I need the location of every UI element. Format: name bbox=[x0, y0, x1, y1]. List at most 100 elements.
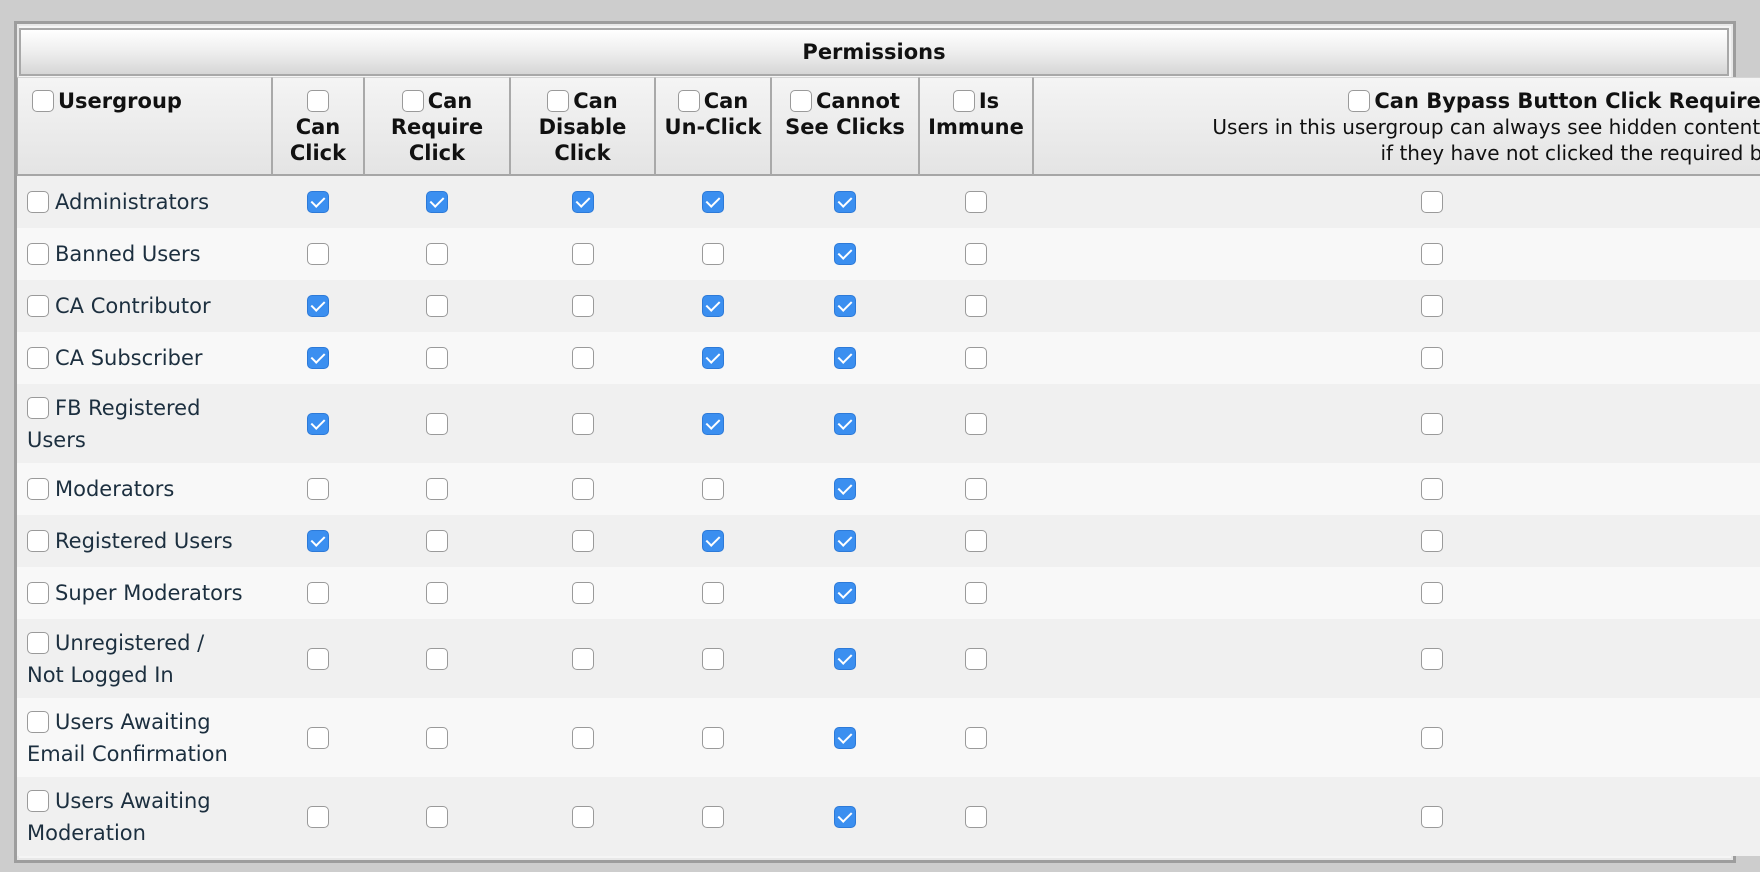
can-require-click-checkbox[interactable] bbox=[426, 647, 448, 670]
can-bypass-checkbox[interactable] bbox=[1421, 647, 1443, 670]
is-immune-checkbox[interactable] bbox=[965, 412, 987, 435]
can-disable-click-checkbox[interactable] bbox=[571, 347, 594, 369]
can-click-checkbox[interactable] bbox=[307, 191, 329, 213]
can-require-click-checkbox[interactable] bbox=[426, 243, 448, 265]
can-bypass-checkbox[interactable] bbox=[1421, 295, 1443, 317]
is-immune-checkbox[interactable] bbox=[965, 726, 987, 749]
cannot-see-clicks-checkbox[interactable] bbox=[834, 347, 856, 369]
can-bypass-all-checkbox[interactable] bbox=[1348, 90, 1371, 112]
can-click-checkbox[interactable] bbox=[307, 726, 329, 749]
is-immune-checkbox[interactable] bbox=[965, 647, 987, 670]
can-unclick-checkbox[interactable] bbox=[702, 805, 724, 828]
can-require-click-checkbox[interactable] bbox=[426, 805, 448, 828]
can-require-click-checkbox[interactable] bbox=[426, 412, 448, 435]
row-select-checkbox[interactable] bbox=[27, 530, 49, 552]
can-click-checkbox[interactable] bbox=[307, 478, 329, 500]
can-require-click-checkbox[interactable] bbox=[426, 530, 448, 552]
row-select-checkbox[interactable] bbox=[27, 243, 49, 265]
row-select-checkbox[interactable] bbox=[27, 478, 49, 500]
can-bypass-checkbox[interactable] bbox=[1421, 805, 1443, 828]
can-require-click-checkbox[interactable] bbox=[426, 582, 448, 604]
can-disable-click-checkbox[interactable] bbox=[571, 412, 594, 435]
is-immune-checkbox[interactable] bbox=[965, 347, 987, 369]
cannot-see-clicks-checkbox[interactable] bbox=[834, 295, 856, 317]
can-bypass-checkbox[interactable] bbox=[1421, 412, 1443, 435]
row-select-checkbox[interactable] bbox=[27, 396, 49, 419]
can-bypass-checkbox[interactable] bbox=[1421, 347, 1443, 369]
cannot-see-clicks-checkbox[interactable] bbox=[834, 647, 856, 670]
is-immune-checkbox[interactable] bbox=[965, 530, 987, 552]
can-disable-click-checkbox[interactable] bbox=[571, 191, 594, 213]
can-require-click-checkbox[interactable] bbox=[426, 726, 448, 749]
select-all-checkbox[interactable] bbox=[32, 90, 54, 112]
is-immune-checkbox[interactable] bbox=[965, 805, 987, 828]
can-unclick-checkbox[interactable] bbox=[702, 647, 724, 670]
can-click-checkbox[interactable] bbox=[307, 412, 329, 435]
cannot-see-clicks-checkbox[interactable] bbox=[834, 582, 856, 604]
can-require-click-checkbox[interactable] bbox=[426, 347, 448, 369]
can-click-checkbox[interactable] bbox=[307, 295, 329, 317]
cannot-see-clicks-checkbox[interactable] bbox=[834, 805, 856, 828]
can-bypass-checkbox[interactable] bbox=[1421, 191, 1443, 213]
can-disable-click-checkbox[interactable] bbox=[571, 295, 594, 317]
can-unclick-checkbox[interactable] bbox=[702, 295, 724, 317]
row-select-checkbox[interactable] bbox=[27, 295, 49, 317]
cannot-see-clicks-checkbox[interactable] bbox=[834, 243, 856, 265]
permission-cell bbox=[655, 567, 771, 619]
can-unclick-checkbox[interactable] bbox=[702, 530, 724, 552]
row-select-checkbox[interactable] bbox=[27, 582, 49, 604]
can-bypass-checkbox[interactable] bbox=[1421, 243, 1443, 265]
can-disable-click-checkbox[interactable] bbox=[571, 582, 594, 604]
can-unclick-checkbox[interactable] bbox=[702, 478, 724, 500]
cannot-see-clicks-all-checkbox[interactable] bbox=[790, 90, 813, 112]
permission-cell bbox=[1033, 567, 1760, 619]
row-select-checkbox[interactable] bbox=[27, 710, 49, 733]
is-immune-checkbox[interactable] bbox=[965, 582, 987, 604]
can-disable-click-checkbox[interactable] bbox=[571, 726, 594, 749]
row-select-checkbox[interactable] bbox=[27, 631, 49, 654]
cannot-see-clicks-checkbox[interactable] bbox=[834, 530, 856, 552]
can-require-click-checkbox[interactable] bbox=[426, 191, 448, 213]
can-disable-click-checkbox[interactable] bbox=[571, 243, 594, 265]
can-click-all-checkbox[interactable] bbox=[307, 90, 329, 112]
can-bypass-checkbox[interactable] bbox=[1421, 478, 1443, 500]
can-bypass-checkbox[interactable] bbox=[1421, 726, 1443, 749]
cannot-see-clicks-checkbox[interactable] bbox=[834, 412, 856, 435]
cannot-see-clicks-checkbox[interactable] bbox=[834, 191, 856, 213]
can-unclick-checkbox[interactable] bbox=[702, 243, 724, 265]
is-immune-all-checkbox[interactable] bbox=[952, 90, 975, 112]
can-unclick-checkbox[interactable] bbox=[702, 191, 724, 213]
row-select-checkbox[interactable] bbox=[27, 789, 49, 812]
cannot-see-clicks-checkbox[interactable] bbox=[834, 726, 856, 749]
permission-cell bbox=[1033, 280, 1760, 332]
can-bypass-checkbox[interactable] bbox=[1421, 530, 1443, 552]
row-select-checkbox[interactable] bbox=[27, 347, 49, 369]
can-click-checkbox[interactable] bbox=[307, 243, 329, 265]
can-click-checkbox[interactable] bbox=[307, 530, 329, 552]
can-require-click-checkbox[interactable] bbox=[426, 478, 448, 500]
can-disable-click-checkbox[interactable] bbox=[571, 805, 594, 828]
can-unclick-checkbox[interactable] bbox=[702, 412, 724, 435]
is-immune-checkbox[interactable] bbox=[965, 295, 987, 317]
can-click-checkbox[interactable] bbox=[307, 805, 329, 828]
can-click-checkbox[interactable] bbox=[307, 347, 329, 369]
can-click-checkbox[interactable] bbox=[307, 647, 329, 670]
can-unclick-all-checkbox[interactable] bbox=[677, 90, 700, 112]
can-bypass-checkbox[interactable] bbox=[1421, 582, 1443, 604]
permission-cell bbox=[919, 228, 1033, 280]
can-click-checkbox[interactable] bbox=[307, 582, 329, 604]
can-require-click-all-checkbox[interactable] bbox=[401, 90, 424, 112]
is-immune-checkbox[interactable] bbox=[965, 478, 987, 500]
can-unclick-checkbox[interactable] bbox=[702, 726, 724, 749]
cannot-see-clicks-checkbox[interactable] bbox=[834, 478, 856, 500]
row-select-checkbox[interactable] bbox=[27, 191, 49, 213]
can-unclick-checkbox[interactable] bbox=[702, 582, 724, 604]
can-disable-click-all-checkbox[interactable] bbox=[547, 90, 570, 112]
is-immune-checkbox[interactable] bbox=[965, 191, 987, 213]
can-disable-click-checkbox[interactable] bbox=[571, 647, 594, 670]
can-unclick-checkbox[interactable] bbox=[702, 347, 724, 369]
can-disable-click-checkbox[interactable] bbox=[571, 530, 594, 552]
can-require-click-checkbox[interactable] bbox=[426, 295, 448, 317]
is-immune-checkbox[interactable] bbox=[965, 243, 987, 265]
can-disable-click-checkbox[interactable] bbox=[571, 478, 594, 500]
